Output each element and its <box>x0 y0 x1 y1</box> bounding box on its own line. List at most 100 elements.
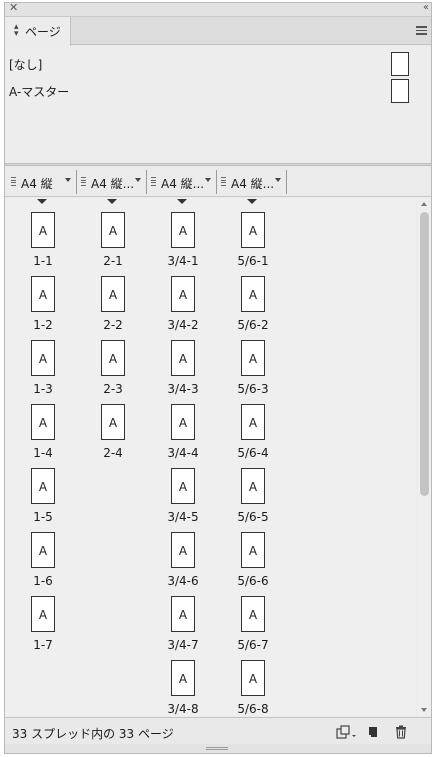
page-icon[interactable]: A <box>171 340 195 376</box>
page-icon[interactable]: A <box>241 276 265 312</box>
page-icon[interactable]: A <box>171 532 195 568</box>
chevron-down-icon[interactable] <box>275 178 281 182</box>
page-number-label: 5/6-6 <box>237 574 269 588</box>
page-thumbnail[interactable]: A 3/4-8 <box>153 652 213 716</box>
page-thumbnail[interactable]: A 5/6-6 <box>223 524 283 588</box>
page-thumbnail[interactable]: A 5/6-4 <box>223 396 283 460</box>
scroll-up-icon[interactable] <box>421 202 427 206</box>
column-header-label: A4 縦... <box>161 177 205 191</box>
new-page-icon[interactable] <box>365 724 381 740</box>
column-header-3[interactable]: A4 縦... <box>147 170 217 194</box>
page-thumbnail[interactable]: A 1-2 <box>13 268 73 332</box>
master-item-none[interactable]: [なし] <box>5 52 431 78</box>
page-number-label: 3/4-1 <box>167 254 199 268</box>
page-icon[interactable]: A <box>101 404 125 440</box>
page-thumbnail[interactable]: A 3/4-2 <box>153 268 213 332</box>
chevron-down-icon[interactable] <box>205 178 211 182</box>
resize-grip[interactable] <box>5 744 431 753</box>
column-header-1[interactable]: A4 縦 <box>7 170 77 194</box>
page-thumbnail[interactable]: A 1-4 <box>13 396 73 460</box>
page-thumbnail[interactable]: A 2-4 <box>83 396 143 460</box>
page-thumbnail[interactable]: A 5/6-3 <box>223 332 283 396</box>
chevron-down-icon[interactable] <box>135 178 141 182</box>
page-icon[interactable]: A <box>241 468 265 504</box>
page-thumbnail[interactable]: A 1-1 <box>13 204 73 268</box>
master-prefix: A <box>178 544 188 558</box>
page-thumbnail[interactable]: A 5/6-5 <box>223 460 283 524</box>
pages-panel: ✕ ‹‹ ▴ ▾ ページ [なし] A-マスター A4 縦 A4 縦... A4… <box>4 1 432 754</box>
page-icon[interactable]: A <box>241 596 265 632</box>
column-header-4[interactable]: A4 縦... <box>217 170 287 194</box>
column-header-label: A4 縦 <box>21 177 53 191</box>
page-icon[interactable]: A <box>241 212 265 248</box>
page-icon[interactable]: A <box>171 468 195 504</box>
page-thumbnail[interactable]: A 3/4-4 <box>153 396 213 460</box>
master-item-a[interactable]: A-マスター <box>5 79 431 105</box>
up-down-icon: ▴ ▾ <box>14 22 19 39</box>
collapse-icon[interactable]: ‹‹ <box>423 1 429 15</box>
grip-icon <box>151 177 156 187</box>
scroll-thumb[interactable] <box>420 212 429 496</box>
page-icon[interactable]: A <box>31 404 55 440</box>
page-thumbnail[interactable]: A 2-3 <box>83 332 143 396</box>
page-thumbnail[interactable]: A 3/4-1 <box>153 204 213 268</box>
master-prefix: A <box>38 608 48 622</box>
page-icon[interactable]: A <box>101 340 125 376</box>
scroll-down-icon[interactable] <box>421 708 427 712</box>
grip-icon <box>81 177 86 187</box>
page-thumbnail[interactable]: A 3/4-7 <box>153 588 213 652</box>
page-icon[interactable]: A <box>31 276 55 312</box>
page-icon[interactable]: A <box>31 340 55 376</box>
page-thumbnail[interactable]: A 1-6 <box>13 524 73 588</box>
close-icon[interactable]: ✕ <box>9 1 18 15</box>
master-thumbnail[interactable] <box>391 79 409 103</box>
master-thumbnail[interactable] <box>391 52 409 76</box>
page-number-label: 2-4 <box>103 446 123 460</box>
page-icon[interactable]: A <box>31 212 55 248</box>
page-icon[interactable]: A <box>171 660 195 696</box>
master-prefix: A <box>248 608 258 622</box>
panel-menu-icon[interactable] <box>416 26 427 35</box>
page-number-label: 1-5 <box>33 510 53 524</box>
page-icon[interactable]: A <box>241 532 265 568</box>
page-icon[interactable]: A <box>241 340 265 376</box>
page-thumbnail[interactable]: A 1-7 <box>13 588 73 652</box>
column-header-label: A4 縦... <box>91 177 135 191</box>
page-thumbnail[interactable]: A 2-1 <box>83 204 143 268</box>
page-thumbnail[interactable]: A 2-2 <box>83 268 143 332</box>
page-number-label: 5/6-1 <box>237 254 269 268</box>
page-icon[interactable]: A <box>31 596 55 632</box>
master-prefix: A <box>38 352 48 366</box>
page-thumbnail[interactable]: A 3/4-6 <box>153 524 213 588</box>
page-icon[interactable]: A <box>31 468 55 504</box>
page-number-label: 2-1 <box>103 254 123 268</box>
page-icon[interactable]: A <box>241 660 265 696</box>
page-icon[interactable]: A <box>101 276 125 312</box>
page-icon[interactable]: A <box>171 212 195 248</box>
page-icon[interactable]: A <box>171 596 195 632</box>
page-icon[interactable]: A <box>101 212 125 248</box>
tab-row: ▴ ▾ ページ <box>5 17 431 46</box>
page-thumbnail[interactable]: A 1-5 <box>13 460 73 524</box>
master-label: [なし] <box>9 58 43 72</box>
page-count-status: 33 スプレッド内の 33 ページ <box>12 727 174 741</box>
tab-pages[interactable]: ▴ ▾ ページ <box>5 17 71 46</box>
page-thumbnail[interactable]: A 1-3 <box>13 332 73 396</box>
page-icon[interactable]: A <box>171 276 195 312</box>
chevron-down-icon[interactable] <box>65 178 71 182</box>
master-prefix: A <box>178 480 188 494</box>
page-thumbnail[interactable]: A 3/4-5 <box>153 460 213 524</box>
column-header-2[interactable]: A4 縦... <box>77 170 147 194</box>
page-thumbnail[interactable]: A 5/6-8 <box>223 652 283 716</box>
page-thumbnail[interactable]: A 5/6-1 <box>223 204 283 268</box>
page-thumbnail[interactable]: A 5/6-7 <box>223 588 283 652</box>
edit-page-size-icon[interactable] <box>335 724 357 740</box>
vertical-scrollbar[interactable] <box>418 198 431 716</box>
page-icon[interactable]: A <box>31 532 55 568</box>
page-icon[interactable]: A <box>241 404 265 440</box>
page-thumbnail[interactable]: A 5/6-2 <box>223 268 283 332</box>
page-number-label: 1-3 <box>33 382 53 396</box>
page-icon[interactable]: A <box>171 404 195 440</box>
page-thumbnail[interactable]: A 3/4-3 <box>153 332 213 396</box>
trash-icon[interactable] <box>393 724 409 740</box>
